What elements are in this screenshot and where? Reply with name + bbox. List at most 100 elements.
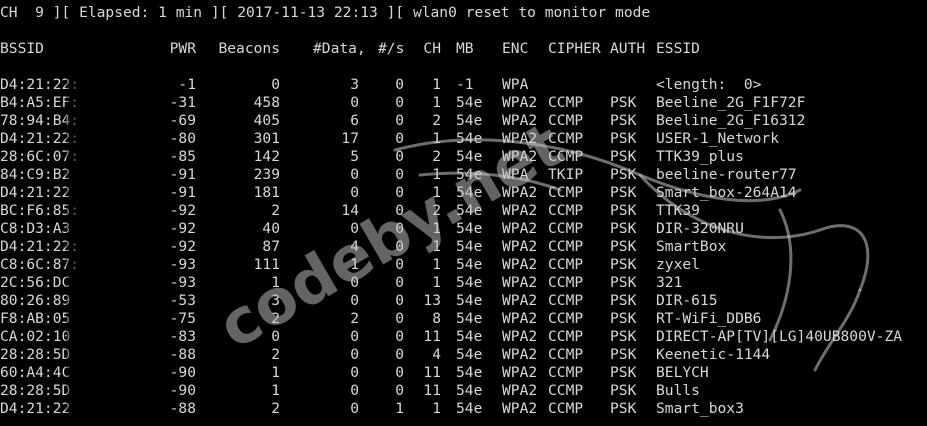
row-beacons: 2 [271, 400, 280, 417]
row-cipher: CCMP [548, 148, 584, 165]
row-auth: PSK [610, 400, 637, 417]
row-essid: 321 [656, 274, 683, 291]
row-pwr: -75 [169, 310, 196, 327]
bssid-redaction-mask [66, 238, 160, 256]
row-data: 0 [350, 166, 359, 183]
row-essid: beeline-router77 [656, 166, 797, 183]
row-ch: 8 [432, 310, 441, 327]
row-enc: WPA2 [502, 328, 538, 345]
row-essid: Beeline_2G_F1F72F [656, 94, 806, 111]
row-data: 5 [350, 148, 359, 165]
row-per-second: 0 [395, 148, 404, 165]
row-ch: 2 [432, 202, 441, 219]
row-per-second: 0 [395, 130, 404, 147]
bssid-redaction-mask [66, 202, 160, 220]
row-essid: RT-WiFi_DDB6 [656, 310, 762, 327]
row-data: 0 [350, 400, 359, 417]
row-auth: PSK [610, 94, 637, 111]
row-beacons: 111 [253, 256, 280, 273]
row-per-second: 0 [395, 184, 404, 201]
row-mb: 54e [456, 202, 483, 219]
row-beacons: 3 [271, 292, 280, 309]
row-mb: 54e [456, 310, 483, 327]
row-ch: 1 [432, 238, 441, 255]
row-per-second: 0 [395, 112, 404, 129]
row-pwr: -85 [169, 148, 196, 165]
row-beacons: 1 [271, 274, 280, 291]
bssid-redaction-mask [66, 400, 160, 418]
row-cipher: CCMP [548, 346, 584, 363]
row-beacons: 1 [271, 382, 280, 399]
bssid-redaction-mask [66, 328, 160, 346]
row-beacons: 40 [262, 220, 280, 237]
row-per-second: 0 [395, 346, 404, 363]
row-beacons: 0 [271, 76, 280, 93]
row-ch: 1 [432, 130, 441, 147]
row-data: 0 [350, 346, 359, 363]
row-per-second: 0 [395, 328, 404, 345]
row-pwr: -93 [169, 256, 196, 273]
row-enc: WPA [502, 166, 529, 183]
row-essid: TTK39 [656, 202, 700, 219]
row-mb: 54e [456, 94, 483, 111]
row-cipher: CCMP [548, 274, 584, 291]
row-ch: 2 [432, 112, 441, 129]
header-beacons: Beacons [218, 40, 280, 57]
row-ch: 1 [432, 76, 441, 93]
row-per-second: 0 [395, 166, 404, 183]
row-cipher: CCMP [548, 382, 584, 399]
row-ch: 1 [432, 94, 441, 111]
header-per-second: #/s [378, 40, 405, 57]
row-auth: PSK [610, 202, 637, 219]
row-data: 0 [350, 382, 359, 399]
row-enc: WPA2 [502, 184, 538, 201]
row-beacons: 2 [271, 310, 280, 327]
header-essid: ESSID [656, 40, 700, 57]
row-per-second: 0 [395, 382, 404, 399]
row-beacons: 181 [253, 184, 280, 201]
row-mb: 54e [456, 256, 483, 273]
row-beacons: 301 [253, 130, 280, 147]
row-data: 1 [350, 256, 359, 273]
row-cipher: CCMP [548, 112, 584, 129]
row-enc: WPA2 [502, 130, 538, 147]
row-data: 2 [350, 310, 359, 327]
bssid-redaction-mask [66, 76, 160, 94]
header-ch: CH [423, 40, 441, 57]
bssid-redaction-mask [66, 220, 160, 238]
row-pwr: -92 [169, 202, 196, 219]
row-pwr: -53 [169, 292, 196, 309]
row-cipher: TKIP [548, 166, 584, 183]
row-beacons: 142 [253, 148, 280, 165]
row-per-second: 0 [395, 94, 404, 111]
row-auth: PSK [610, 292, 637, 309]
row-per-second: 0 [395, 238, 404, 255]
row-pwr: -90 [169, 382, 196, 399]
row-ch: 1 [432, 166, 441, 183]
row-ch: 1 [432, 400, 441, 417]
row-essid: <length: 0> [656, 76, 762, 93]
bssid-redaction-mask [66, 292, 160, 310]
row-cipher: CCMP [548, 130, 584, 147]
row-pwr: -1 [178, 76, 196, 93]
row-essid: DIR-615 [656, 292, 718, 309]
row-auth: PSK [610, 364, 637, 381]
row-data: 0 [350, 274, 359, 291]
row-cipher: CCMP [548, 238, 584, 255]
row-cipher: CCMP [548, 256, 584, 273]
row-auth: PSK [610, 166, 637, 183]
bssid-redaction-mask [66, 94, 160, 112]
row-auth: PSK [610, 256, 637, 273]
row-mb: 54e [456, 148, 483, 165]
row-auth: PSK [610, 148, 637, 165]
row-data: 0 [350, 220, 359, 237]
row-mb: 54e [456, 382, 483, 399]
row-pwr: -88 [169, 346, 196, 363]
header-cipher: CIPHER [548, 40, 601, 57]
bssid-redaction-mask [66, 148, 160, 166]
row-enc: WPA2 [502, 202, 538, 219]
bssid-redaction-mask [66, 166, 160, 184]
row-mb: 54e [456, 274, 483, 291]
bssid-redaction-mask [66, 256, 160, 274]
row-auth: PSK [610, 274, 637, 291]
